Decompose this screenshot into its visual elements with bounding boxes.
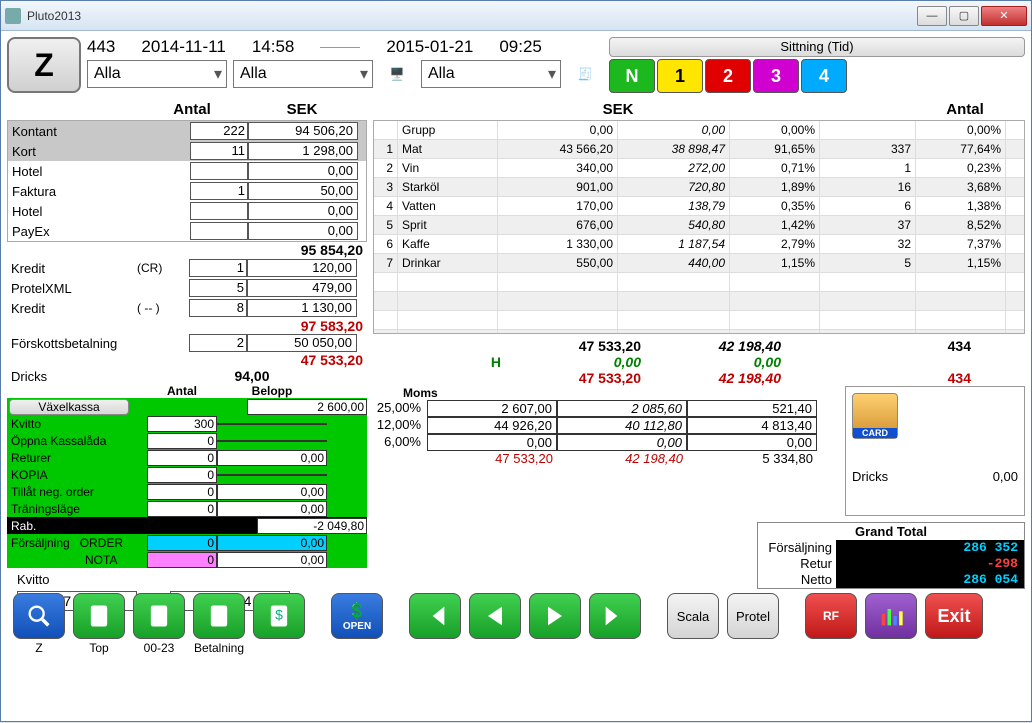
- group-row[interactable]: 3Starköl901,00720,801,89%163,68%: [374, 178, 1024, 197]
- waiter-icon[interactable]: 🧾: [567, 59, 603, 89]
- subtotal-1: 95 854,20: [7, 242, 367, 258]
- group-row[interactable]: 5Sprit676,00540,801,42%378,52%: [374, 216, 1024, 235]
- dropdown-3[interactable]: Alla: [421, 60, 561, 88]
- group-row[interactable]: 6Kaffe1 330,001 187,542,79%327,37%: [374, 235, 1024, 254]
- report-z-button[interactable]: [73, 593, 125, 639]
- session-btn-2[interactable]: 2: [705, 59, 751, 93]
- protel-button[interactable]: Protel: [727, 593, 779, 639]
- session-btn-3[interactable]: 3: [753, 59, 799, 93]
- rf-button[interactable]: RF: [805, 593, 857, 639]
- info-row: 443 2014-11-11 14:58 2015-01-21 09:25: [87, 37, 603, 57]
- group-row[interactable]: Grupp0,000,000,00%0,00%: [374, 121, 1024, 140]
- hdr-sek: SEK: [237, 101, 367, 118]
- maximize-button[interactable]: ▢: [949, 6, 979, 26]
- z-box[interactable]: Z: [7, 37, 81, 93]
- kvitto-label: Kvitto: [17, 572, 50, 587]
- grand-total-box: Grand Total Försäljning286 352Retur-298N…: [757, 522, 1025, 589]
- group-row[interactable]: 7Drinkar550,00440,001,15%51,15%: [374, 254, 1024, 273]
- report-0023-button[interactable]: [193, 593, 245, 639]
- close-button[interactable]: ✕: [981, 6, 1027, 26]
- hdr-antal: Antal: [147, 101, 237, 118]
- vaxelkassa-button[interactable]: Växelkassa: [9, 399, 129, 415]
- dropdown-1[interactable]: Alla: [87, 60, 227, 88]
- chart-button[interactable]: [865, 593, 917, 639]
- report-top-button[interactable]: [133, 593, 185, 639]
- app-icon: [5, 8, 21, 24]
- computers-icon[interactable]: 🖥️: [379, 59, 415, 89]
- svg-text:$: $: [275, 607, 283, 623]
- session-btn-N[interactable]: N: [609, 59, 655, 93]
- session-btn-1[interactable]: 1: [657, 59, 703, 93]
- next-button[interactable]: [529, 593, 581, 639]
- card-box: Dricks0,00: [845, 386, 1025, 516]
- dropdown-2[interactable]: Alla: [233, 60, 373, 88]
- group-row[interactable]: 2Vin340,00272,000,71%10,23%: [374, 159, 1024, 178]
- sittning-button[interactable]: Sittning (Tid): [609, 37, 1025, 57]
- window-title: Pluto2013: [27, 9, 917, 23]
- first-button[interactable]: [409, 593, 461, 639]
- group-row[interactable]: 1Mat43 566,2038 898,4791,65%33777,64%: [374, 140, 1024, 159]
- scala-button[interactable]: Scala: [667, 593, 719, 639]
- subtotal-3: 47 533,20: [7, 352, 367, 368]
- moms-label: Moms: [373, 386, 817, 400]
- minimize-button[interactable]: —: [917, 6, 947, 26]
- prev-button[interactable]: [469, 593, 521, 639]
- search-button[interactable]: [13, 593, 65, 639]
- titlebar: Pluto2013 — ▢ ✕: [1, 1, 1031, 31]
- card-icon[interactable]: [852, 393, 898, 439]
- session-btn-4[interactable]: 4: [801, 59, 847, 93]
- group-row[interactable]: 4Vatten170,00138,790,35%61,38%: [374, 197, 1024, 216]
- exit-button[interactable]: Exit: [925, 593, 983, 639]
- betalning-button[interactable]: $: [253, 593, 305, 639]
- open-button[interactable]: 💲OPEN: [331, 593, 383, 639]
- last-button[interactable]: [589, 593, 641, 639]
- subtotal-2: 97 583,20: [7, 318, 367, 334]
